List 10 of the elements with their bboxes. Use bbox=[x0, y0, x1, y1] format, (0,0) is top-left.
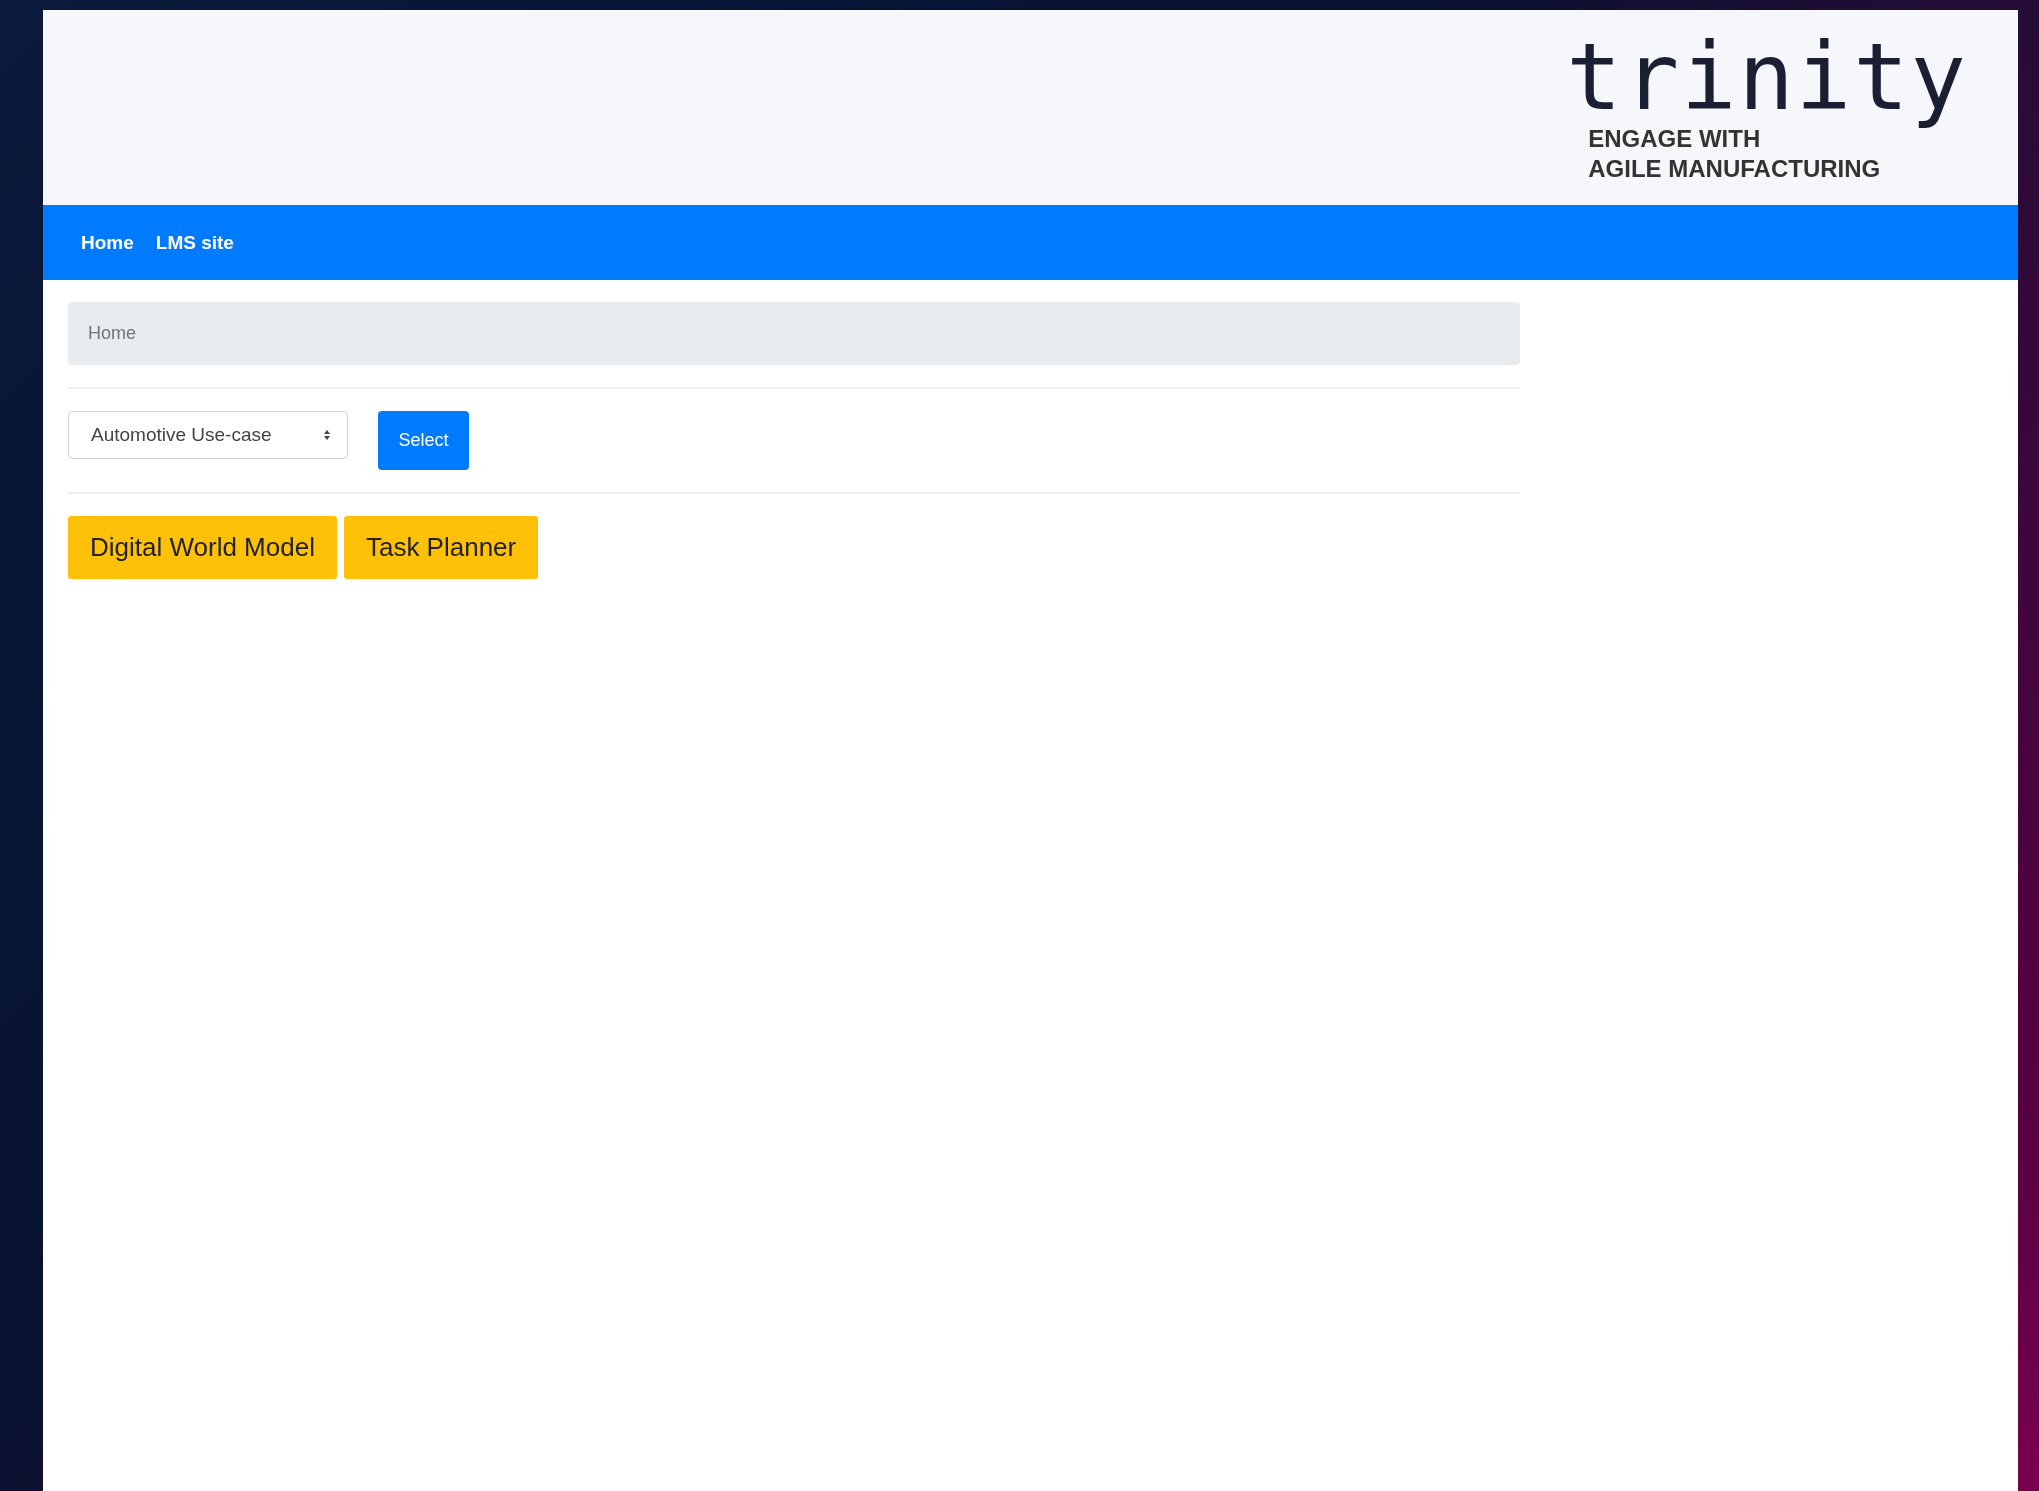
tool-button[interactable]: Digital World Model bbox=[68, 516, 337, 579]
logo-tagline: AGILE MANUFACTURING bbox=[1587, 154, 1882, 184]
nav-link[interactable]: Home bbox=[81, 231, 134, 254]
use-case-dropdown[interactable]: Automotive Use-case bbox=[68, 411, 348, 459]
nav-link[interactable]: LMS site bbox=[155, 231, 234, 254]
sort-arrows-icon bbox=[323, 429, 331, 441]
logo-tagline: ENGAGE WITH bbox=[1588, 125, 1761, 154]
select-button[interactable]: Select bbox=[378, 411, 469, 470]
tool-button[interactable]: Task Planner bbox=[343, 516, 539, 579]
breadcrumb-item[interactable]: Home bbox=[88, 323, 136, 344]
